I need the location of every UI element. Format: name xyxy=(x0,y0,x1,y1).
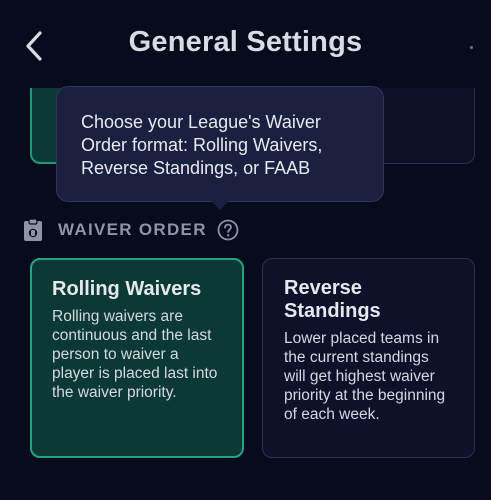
option-description: Lower placed teams in the current standi… xyxy=(284,330,446,423)
status-dot xyxy=(470,46,473,49)
question-circle-icon[interactable] xyxy=(217,219,239,241)
clipboard-icon xyxy=(24,218,42,241)
option-description: Rolling waivers are continuous and the l… xyxy=(52,308,218,401)
option-title: Reverse Standings xyxy=(284,277,381,322)
header: General Settings xyxy=(0,0,491,92)
waiver-order-tooltip: Choose your League's Waiver Order format… xyxy=(56,86,384,202)
tooltip-arrow xyxy=(210,200,230,210)
option-card-reverse-standings[interactable]: Reverse Standings Lower placed teams in … xyxy=(262,258,475,458)
tooltip-text: Choose your League's Waiver Order format… xyxy=(81,112,323,178)
section-label: WAIVER ORDER xyxy=(58,220,207,239)
general-settings-screen: General Settings Choose your League's Wa… xyxy=(0,0,491,500)
option-title: Rolling Waivers xyxy=(52,278,202,300)
option-card-rolling-waivers[interactable]: Rolling Waivers Rolling waivers are cont… xyxy=(30,258,244,458)
waiver-order-section-header: WAIVER ORDER xyxy=(22,216,239,244)
page-title: General Settings xyxy=(128,26,363,58)
